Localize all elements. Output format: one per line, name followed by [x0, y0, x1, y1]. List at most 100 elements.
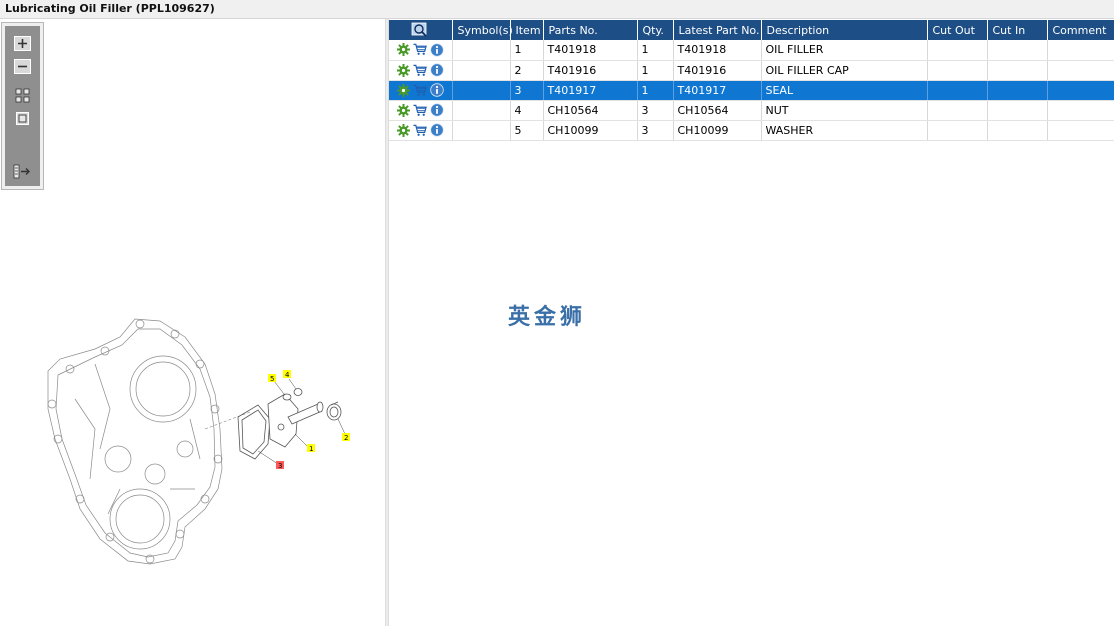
header-search-view[interactable]: [389, 20, 453, 40]
zoom-in-button[interactable]: [13, 35, 32, 52]
zoom-out-button[interactable]: [13, 58, 32, 75]
add-to-cart-button[interactable]: [413, 63, 427, 77]
col-cut-in[interactable]: Cut In: [987, 20, 1048, 40]
cell-latest-part-no[interactable]: T401916: [673, 60, 762, 81]
cell-cut-in: [987, 80, 1048, 101]
watermark-text: 英金狮: [508, 305, 587, 330]
table-row[interactable]: 1 T401918 1 T401918 OIL FILLER: [389, 40, 1114, 61]
cell-cut-out: [927, 80, 988, 101]
fit-window-button[interactable]: [13, 110, 32, 127]
cell-symbols: [452, 80, 511, 101]
gear-button[interactable]: [396, 83, 410, 97]
cell-parts-no[interactable]: T401917: [543, 80, 638, 101]
cell-comment: [1047, 80, 1114, 101]
gear-icon: [396, 123, 410, 137]
cell-symbols: [452, 100, 511, 121]
callout-5[interactable]: 5: [268, 374, 276, 383]
info-button[interactable]: [430, 63, 444, 77]
add-to-cart-button[interactable]: [413, 123, 427, 137]
col-cut-out[interactable]: Cut Out: [927, 20, 988, 40]
cart-icon: [413, 64, 427, 76]
add-to-cart-button[interactable]: [413, 83, 427, 97]
cell-comment: [1047, 40, 1114, 61]
cell-cut-out: [927, 100, 988, 121]
diagram-toolbox: [1, 22, 44, 190]
cart-icon: [413, 104, 427, 116]
cell-qty: 1: [637, 80, 674, 101]
zoom-in-icon: [14, 36, 31, 51]
info-button[interactable]: [430, 83, 444, 97]
cell-latest-part-no[interactable]: CH10564: [673, 100, 762, 121]
info-icon: [430, 123, 444, 137]
cell-symbols: [452, 120, 511, 141]
callout-2[interactable]: 2: [342, 433, 350, 442]
gear-button[interactable]: [396, 43, 410, 57]
info-button[interactable]: [430, 43, 444, 57]
callout-4[interactable]: 4: [283, 370, 291, 379]
search-view-icon: [411, 22, 427, 37]
gear-button[interactable]: [396, 123, 410, 137]
svg-text:3: 3: [278, 462, 282, 470]
cell-item: 1: [510, 40, 544, 61]
cell-parts-no[interactable]: CH10099: [543, 120, 638, 141]
col-symbols[interactable]: Symbol(s): [452, 20, 513, 40]
col-qty[interactable]: Qty.: [637, 20, 674, 40]
col-comment[interactable]: Comment: [1047, 20, 1114, 40]
cell-description: OIL FILLER CAP: [761, 60, 928, 81]
washer-part-drawing: [282, 393, 292, 401]
callout-1[interactable]: 1: [307, 444, 315, 453]
info-icon: [430, 83, 444, 97]
table-row[interactable]: 2 T401916 1 T401916 OIL FILLER CAP: [389, 60, 1114, 81]
cell-cut-in: [987, 60, 1048, 81]
cell-comment: [1047, 120, 1114, 141]
add-to-cart-button[interactable]: [413, 103, 427, 117]
info-button[interactable]: [430, 103, 444, 117]
info-icon: [430, 43, 444, 57]
cell-latest-part-no[interactable]: T401918: [673, 40, 762, 61]
nut-part-drawing: [293, 388, 303, 396]
cell-qty: 1: [637, 40, 674, 61]
cell-item: 3: [510, 80, 544, 101]
cell-description: OIL FILLER: [761, 40, 928, 61]
gear-icon: [396, 83, 410, 97]
cell-cut-out: [927, 60, 988, 81]
table-row[interactable]: 5 CH10099 3 CH10099 WASHER: [389, 120, 1114, 141]
diagram-pane[interactable]: 1 2 3 4 5: [0, 19, 385, 626]
cell-item: 5: [510, 120, 544, 141]
info-icon: [430, 103, 444, 117]
gear-button[interactable]: [396, 103, 410, 117]
seal-part-drawing: [237, 404, 271, 460]
cell-parts-no[interactable]: T401916: [543, 60, 638, 81]
cell-latest-part-no[interactable]: T401917: [673, 80, 762, 101]
zoom-out-icon: [14, 59, 31, 74]
cell-description: NUT: [761, 100, 928, 121]
toggle-list-icon: [13, 164, 30, 179]
col-description[interactable]: Description: [761, 20, 928, 40]
cell-comment: [1047, 60, 1114, 81]
oil-filler-part-drawing: [267, 393, 324, 448]
cell-qty: 3: [637, 120, 674, 141]
callout-3[interactable]: 3: [276, 461, 284, 470]
table-row[interactable]: 3 T401917 1 T401917 SEAL: [389, 80, 1114, 101]
gear-button[interactable]: [396, 63, 410, 77]
col-item[interactable]: Item: [510, 20, 544, 40]
cart-icon: [413, 44, 427, 56]
cell-parts-no[interactable]: CH10564: [543, 100, 638, 121]
col-parts-no[interactable]: Parts No.: [543, 20, 638, 40]
col-latest-part-no[interactable]: Latest Part No.: [673, 20, 762, 40]
oil-filler-cap-part-drawing: [326, 401, 342, 421]
table-header-row: Symbol(s) Item Parts No. Qty. Latest Par…: [389, 20, 1114, 40]
add-to-cart-button[interactable]: [413, 43, 427, 57]
parts-list-pane: Symbol(s) Item Parts No. Qty. Latest Par…: [389, 19, 1114, 626]
cell-parts-no[interactable]: T401918: [543, 40, 638, 61]
info-icon: [430, 63, 444, 77]
table-row[interactable]: 4 CH10564 3 CH10564 NUT: [389, 100, 1114, 121]
fit-all-button[interactable]: [13, 87, 32, 104]
cell-latest-part-no[interactable]: CH10099: [673, 120, 762, 141]
exploded-diagram[interactable]: 1 2 3 4 5: [0, 19, 385, 626]
info-button[interactable]: [430, 123, 444, 137]
toggle-list-button[interactable]: [13, 163, 32, 180]
gear-icon: [396, 63, 410, 77]
window-title: Lubricating Oil Filler (PPL109627): [0, 0, 1114, 19]
cell-qty: 3: [637, 100, 674, 121]
